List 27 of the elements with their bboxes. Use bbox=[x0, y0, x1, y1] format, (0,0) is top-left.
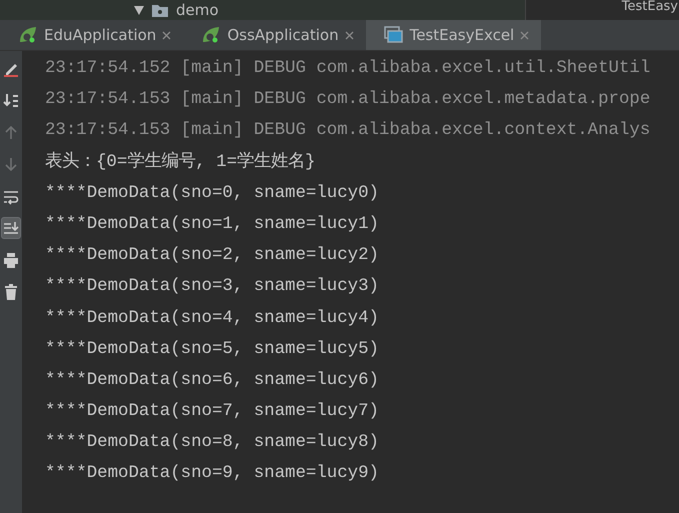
run-tab[interactable]: EduApplication bbox=[0, 20, 184, 50]
close-icon[interactable] bbox=[344, 30, 354, 40]
output-line: ****DemoData(sno=0, sname=lucy0) bbox=[45, 182, 379, 205]
expanded-triangle-icon[interactable] bbox=[134, 5, 144, 15]
window-title: TestEasy bbox=[622, 0, 679, 14]
close-icon[interactable] bbox=[162, 30, 172, 40]
scroll-to-end-icon[interactable] bbox=[1, 217, 21, 239]
log-line: 23:17:54.153 [main] DEBUG com.alibaba.excel.context.Analys bbox=[45, 120, 650, 142]
leaf-icon bbox=[201, 26, 222, 44]
output-line: ****DemoData(sno=2, sname=lucy2) bbox=[45, 245, 379, 268]
output-line: ****DemoData(sno=9, sname=lucy9) bbox=[45, 463, 379, 486]
window-icon bbox=[384, 26, 404, 44]
folder-icon bbox=[152, 4, 168, 16]
folder-name[interactable]: demo bbox=[176, 1, 219, 19]
run-tab[interactable]: OssApplication bbox=[183, 20, 366, 50]
leaf-icon bbox=[18, 26, 38, 44]
output-line: ****DemoData(sno=8, sname=lucy8) bbox=[45, 432, 379, 454]
run-tab[interactable]: TestEasyExcel bbox=[366, 20, 542, 50]
log-line: 23:17:54.152 [main] DEBUG com.alibaba.excel.util.SheetUtil bbox=[45, 58, 650, 80]
output-line: ****DemoData(sno=4, sname=lucy4) bbox=[45, 308, 379, 330]
output-line: ****DemoData(sno=5, sname=lucy5) bbox=[45, 338, 379, 361]
output-line: ****DemoData(sno=3, sname=lucy3) bbox=[45, 276, 379, 298]
log-line: 23:17:54.153 [main] DEBUG com.alibaba.excel.metadata.prope bbox=[45, 89, 650, 112]
output-line: ****DemoData(sno=7, sname=lucy7) bbox=[45, 401, 379, 424]
output-line: ****DemoData(sno=6, sname=lucy6) bbox=[45, 370, 379, 392]
output-line: 表头：{0=学生编号, 1=学生姓名} bbox=[45, 150, 316, 174]
output-line: ****DemoData(sno=1, sname=lucy1) bbox=[45, 214, 379, 236]
